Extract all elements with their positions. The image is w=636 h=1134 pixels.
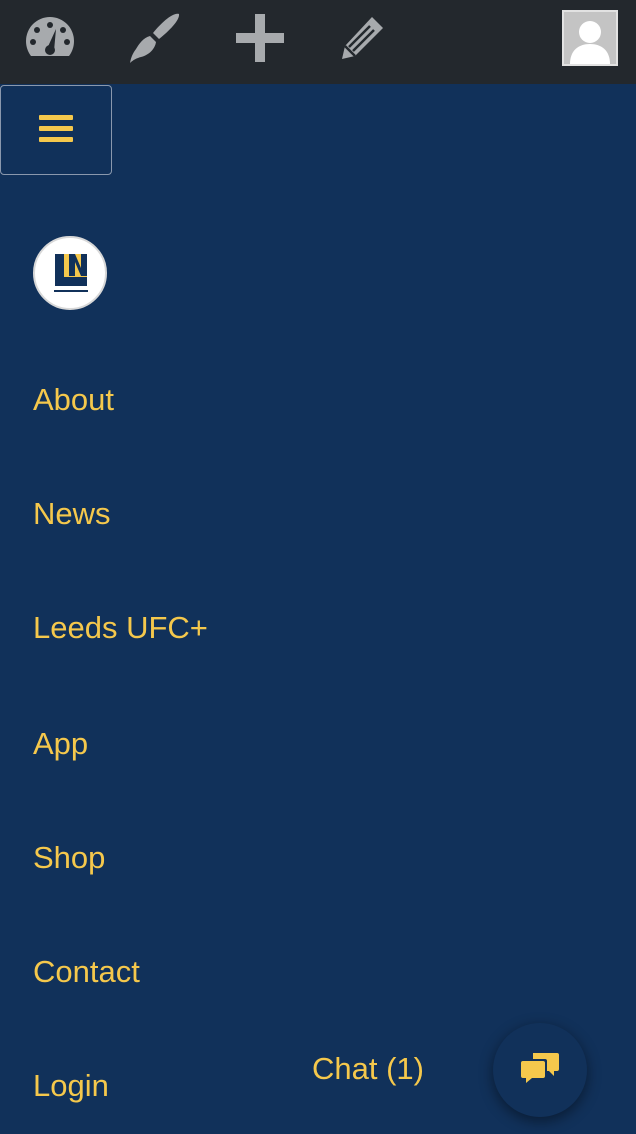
paintbrush-icon[interactable] bbox=[124, 8, 184, 68]
nav-item-contact[interactable]: Contact bbox=[33, 954, 140, 990]
user-avatar-icon[interactable] bbox=[562, 10, 618, 66]
menu-toggle-button[interactable] bbox=[0, 85, 112, 175]
chat-label[interactable]: Chat (1) bbox=[312, 1051, 424, 1087]
dashboard-icon[interactable] bbox=[20, 8, 80, 68]
nav-item-shop[interactable]: Shop bbox=[33, 840, 105, 876]
pencil-icon[interactable] bbox=[332, 8, 392, 68]
nav-item-news[interactable]: News bbox=[33, 496, 111, 532]
mobile-menu-panel: About News Leeds UFC+ App Shop Contact L… bbox=[0, 84, 636, 1134]
chat-bubbles-icon bbox=[520, 1051, 560, 1090]
nav-item-login[interactable]: Login bbox=[33, 1068, 109, 1104]
nav-item-about[interactable]: About bbox=[33, 382, 114, 418]
site-logo[interactable] bbox=[33, 236, 107, 310]
nav-item-app[interactable]: App bbox=[33, 726, 88, 762]
nav-item-leeds-ufc-plus[interactable]: Leeds UFC+ bbox=[33, 610, 208, 646]
admin-bar bbox=[0, 0, 636, 84]
chat-button[interactable] bbox=[493, 1023, 587, 1117]
plus-icon[interactable] bbox=[230, 8, 290, 68]
hamburger-icon bbox=[38, 112, 74, 149]
